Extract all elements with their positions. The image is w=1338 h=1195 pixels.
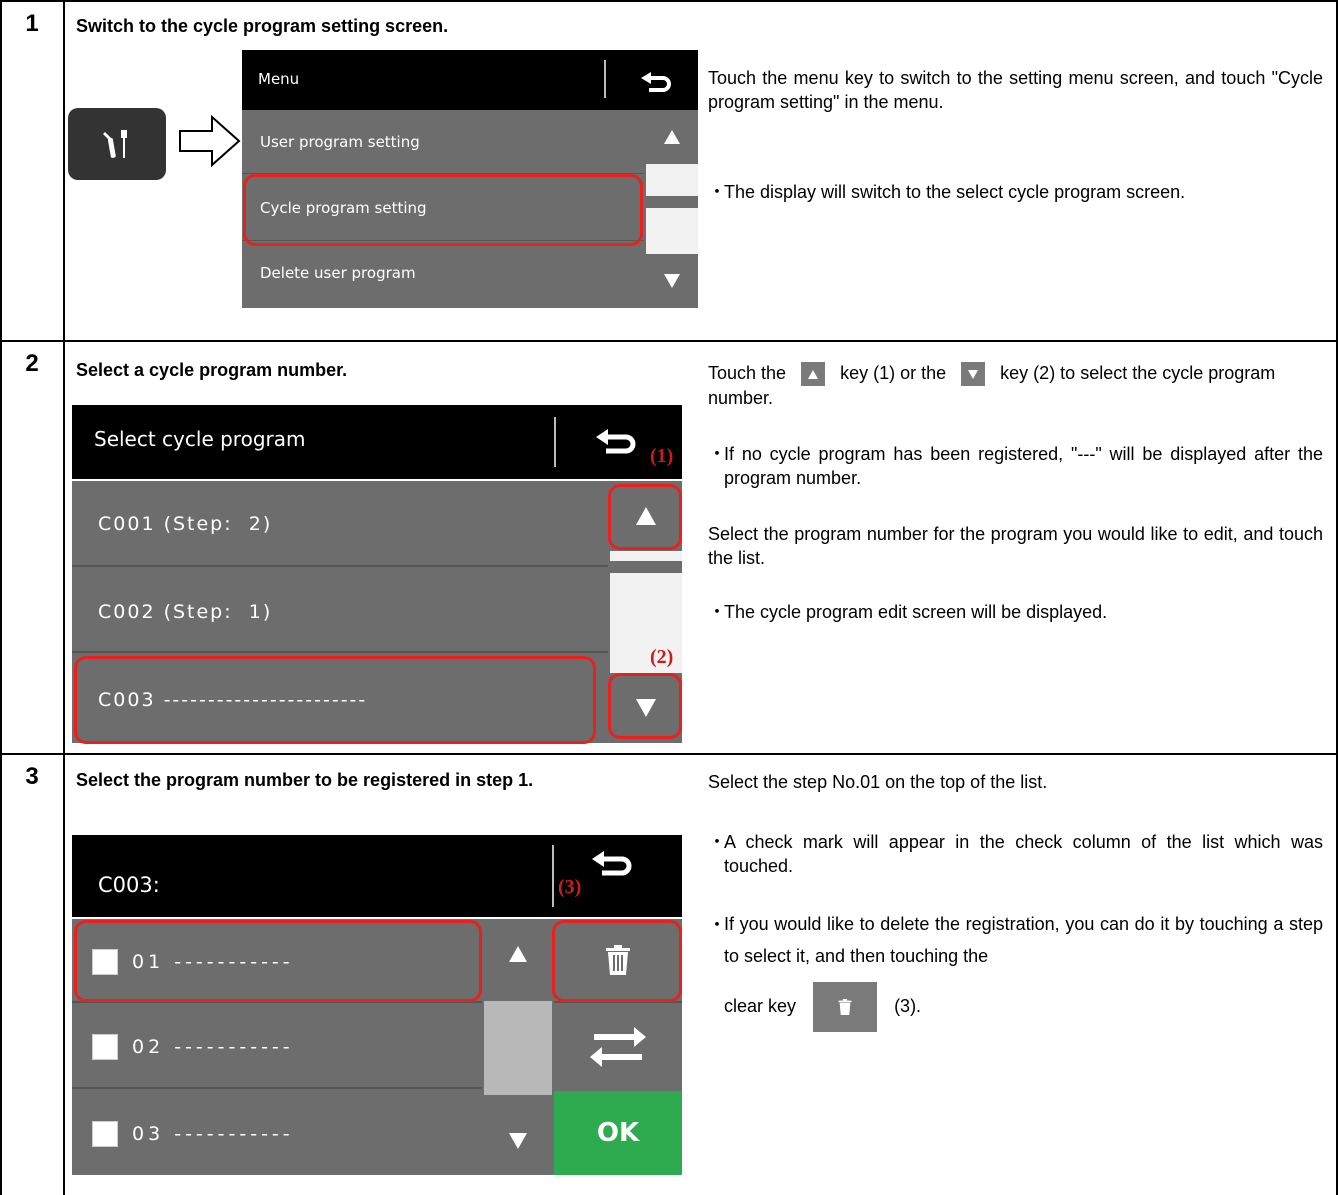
desc-part: key (1) or the	[840, 363, 947, 383]
bullet-text: The display will switch to the select cy…	[724, 182, 1186, 202]
scroll-thumb[interactable]	[484, 989, 552, 1001]
outline-right-arrow-icon	[179, 114, 241, 168]
return-arrow-icon[interactable]	[639, 70, 673, 92]
scroll-up-button[interactable]	[646, 110, 698, 164]
bullet-text-wrap: If you would like to delete the registra…	[708, 908, 1323, 1032]
callout-label-1: (1)	[650, 445, 674, 467]
screen-title: Select cycle program	[94, 427, 306, 451]
return-arrow-icon[interactable]	[594, 427, 638, 455]
bullet-item: ・ The cycle program edit screen will be …	[708, 600, 1323, 624]
triangle-down-icon	[509, 1133, 527, 1149]
callout-label-2: (2)	[650, 646, 674, 668]
down-key-icon	[961, 362, 986, 387]
return-arrow-icon[interactable]	[590, 849, 634, 877]
ok-button[interactable]: OK	[554, 1091, 682, 1175]
list-item-label: C002 (Step: 1)	[98, 601, 273, 623]
scroll-down-button[interactable]	[646, 254, 698, 308]
desc-part: key (2) to select the cycle program numb…	[708, 363, 1276, 409]
list-item-label: C001 (Step: 2)	[98, 513, 273, 535]
highlight-up-key	[608, 484, 682, 550]
bullet-mark: ・	[708, 832, 726, 852]
clear-key-icon	[813, 982, 878, 1032]
table-border-left	[0, 0, 2, 1195]
step-description: Select the step No.01 on the top of the …	[708, 772, 1048, 792]
step-number: 3	[25, 763, 39, 790]
desc-part: Touch the	[708, 363, 787, 383]
scroll-up-button[interactable]	[484, 919, 552, 989]
bullet-text: clear key	[724, 995, 797, 1016]
header-divider	[552, 845, 554, 907]
scrollbar-track[interactable]	[646, 110, 698, 308]
swap-button[interactable]	[554, 1005, 682, 1089]
menu-key[interactable]	[68, 108, 166, 180]
highlight-down-key	[608, 673, 682, 739]
header-divider	[604, 60, 606, 98]
callout-label-3: (3)	[558, 876, 582, 898]
highlight-cycle-program-setting	[243, 174, 643, 246]
step-number: 1	[25, 10, 39, 37]
checkbox[interactable]	[92, 1034, 118, 1060]
row-divider-1	[0, 340, 1338, 342]
scroll-thumb[interactable]	[610, 561, 682, 573]
step-title: Select the program number to be register…	[76, 770, 534, 790]
bullet-text: The cycle program edit screen will be di…	[724, 602, 1108, 622]
bullet-mark: ・	[708, 915, 726, 935]
menu-item-label: Delete user program	[260, 264, 416, 282]
bullet-item: ・ The display will switch to the select …	[708, 180, 1323, 204]
tools-icon	[103, 130, 127, 158]
step-number: 2	[25, 350, 39, 377]
menu-item-user-program-setting[interactable]: User program setting	[242, 110, 644, 174]
step-row[interactable]: 02 -----------	[72, 1005, 482, 1089]
swap-arrows-icon	[590, 1027, 646, 1067]
step-description: Select the program number for the progra…	[708, 524, 1323, 568]
screen-title: C003:	[98, 873, 160, 897]
bullet-mark: ・	[708, 602, 726, 622]
scroll-thumb[interactable]	[646, 196, 698, 208]
bullet-text: If you would like to delete the registra…	[724, 914, 1323, 966]
step-description: Touch the menu key to switch to the sett…	[708, 68, 1323, 112]
step-title: Switch to the cycle program setting scre…	[76, 16, 449, 36]
bullet-text: If no cycle program has been registered,…	[724, 444, 1323, 488]
checkbox[interactable]	[92, 1121, 118, 1147]
cycle-edit-screen-header: C003:	[72, 835, 682, 917]
highlight-c003	[74, 656, 596, 744]
list-item[interactable]: C002 (Step: 1)	[72, 569, 608, 653]
bullet-item: ・ If you would like to delete the regist…	[708, 908, 1323, 1032]
scroll-down-button[interactable]	[484, 1107, 552, 1175]
menu-item-label: User program setting	[260, 133, 420, 151]
scrollbar-track[interactable]	[484, 919, 552, 1175]
bullet-text: (3).	[894, 995, 922, 1016]
select-cycle-screen-header: Select cycle program	[72, 405, 682, 479]
bullet-mark: ・	[708, 182, 726, 202]
menu-screen-header: Menu	[242, 50, 698, 110]
highlight-step-01	[74, 920, 482, 1002]
triangle-up-icon	[664, 130, 680, 144]
bullet-text: A check mark will appear in the check co…	[724, 832, 1323, 876]
scroll-thumb-lower[interactable]	[484, 1095, 552, 1107]
list-item[interactable]: C001 (Step: 2)	[72, 481, 608, 567]
step-row[interactable]: 03 -----------	[72, 1091, 482, 1175]
up-key-icon	[801, 362, 826, 387]
column-divider	[63, 0, 65, 1195]
highlight-clear-key	[552, 920, 682, 1002]
step-row-label: 03 -----------	[132, 1123, 294, 1145]
bullet-item: ・ If no cycle program has been registere…	[708, 442, 1323, 490]
triangle-up-icon	[509, 946, 527, 962]
bullet-mark: ・	[708, 444, 726, 464]
triangle-down-icon	[664, 274, 680, 288]
menu-item-delete-user-program[interactable]: Delete user program	[242, 242, 644, 308]
step-description: Touch the key (1) or the key (2) to sele…	[708, 361, 1323, 410]
screen-title: Menu	[258, 70, 300, 88]
bullet-item: ・ A check mark will appear in the check …	[708, 830, 1323, 878]
ok-label: OK	[596, 1118, 640, 1148]
table-border-top	[0, 0, 1338, 2]
step-row-label: 02 -----------	[132, 1036, 294, 1058]
header-divider	[554, 417, 556, 467]
row-divider-2	[0, 753, 1338, 755]
step-title: Select a cycle program number.	[76, 360, 348, 380]
